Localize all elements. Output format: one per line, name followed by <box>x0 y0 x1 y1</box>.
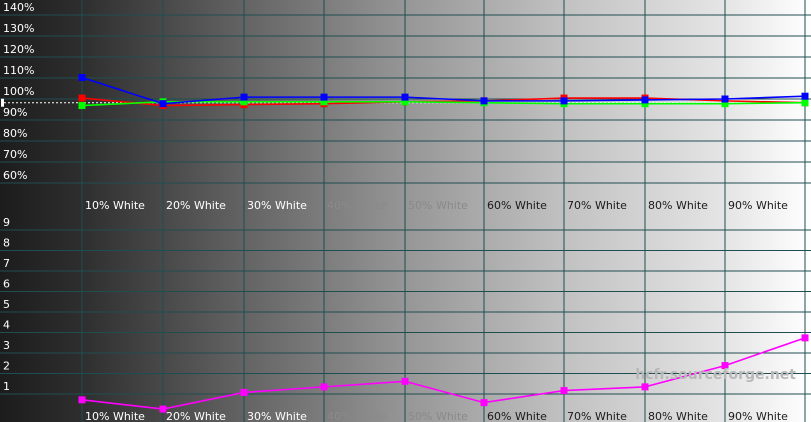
category-label: 90% White <box>728 410 788 422</box>
data-point <box>560 387 568 395</box>
data-point <box>721 95 729 103</box>
data-point <box>641 383 649 391</box>
chart-canvas: 60% 70% 80% 90% 100% 110% 120% 130% 140% 10% Whit… <box>0 0 811 422</box>
y-tick-label: 3 <box>3 339 10 352</box>
data-point <box>78 74 86 82</box>
watermark: hcfr.sourceforge.net <box>635 367 796 383</box>
data-point <box>78 94 86 102</box>
y-tick-label: 5 <box>3 298 10 311</box>
category-label: 40% White <box>327 410 387 422</box>
category-label: 50% White <box>408 410 468 422</box>
category-label: 70% White <box>567 199 627 212</box>
category-label: 20% White <box>166 199 226 212</box>
data-point <box>240 93 248 101</box>
y-tick-label: 100% <box>3 85 34 98</box>
category-label: 70% White <box>567 410 627 422</box>
reference-marker <box>1 98 4 107</box>
category-label: 80% White <box>648 410 708 422</box>
category-label: 20% White <box>166 410 226 422</box>
y-tick-label: 110% <box>3 64 34 77</box>
y-tick-label: 130% <box>3 22 34 35</box>
y-tick-label: 9 <box>3 216 10 229</box>
y-tick-label: 120% <box>3 43 34 56</box>
category-label: 30% White <box>247 410 307 422</box>
data-point <box>78 102 86 110</box>
data-point <box>480 399 488 407</box>
category-label: 90% White <box>728 199 788 212</box>
y-tick-label: 140% <box>3 1 34 14</box>
y-tick-label: 2 <box>3 360 10 373</box>
data-point <box>78 396 86 404</box>
data-point <box>320 93 328 101</box>
data-point <box>401 377 409 385</box>
data-point <box>480 97 488 105</box>
y-tick-label: 8 <box>3 237 10 250</box>
data-point <box>240 388 248 396</box>
y-tick-label: 6 <box>3 278 10 291</box>
category-label: 30% White <box>247 199 307 212</box>
category-label: 10% White <box>85 410 145 422</box>
category-label: 10% White <box>85 199 145 212</box>
category-label: 50% White <box>408 199 468 212</box>
data-point <box>801 99 809 107</box>
data-point <box>560 97 568 105</box>
y-tick-label: 4 <box>3 319 10 332</box>
category-label: 80% White <box>648 199 708 212</box>
category-label: 40% White <box>327 199 387 212</box>
y-tick-label: 60% <box>3 169 27 182</box>
y-tick-label: 80% <box>3 127 27 140</box>
y-tick-label: 1 <box>3 380 10 393</box>
data-point <box>641 96 649 104</box>
data-point <box>801 92 809 100</box>
category-label: 60% White <box>487 199 547 212</box>
y-tick-label: 90% <box>3 106 27 119</box>
y-tick-label: 7 <box>3 257 10 270</box>
data-point <box>801 334 809 342</box>
data-point <box>159 405 167 413</box>
data-point <box>401 93 409 101</box>
y-tick-label: 70% <box>3 148 27 161</box>
data-point <box>159 100 167 108</box>
category-label: 60% White <box>487 410 547 422</box>
data-point <box>320 383 328 391</box>
